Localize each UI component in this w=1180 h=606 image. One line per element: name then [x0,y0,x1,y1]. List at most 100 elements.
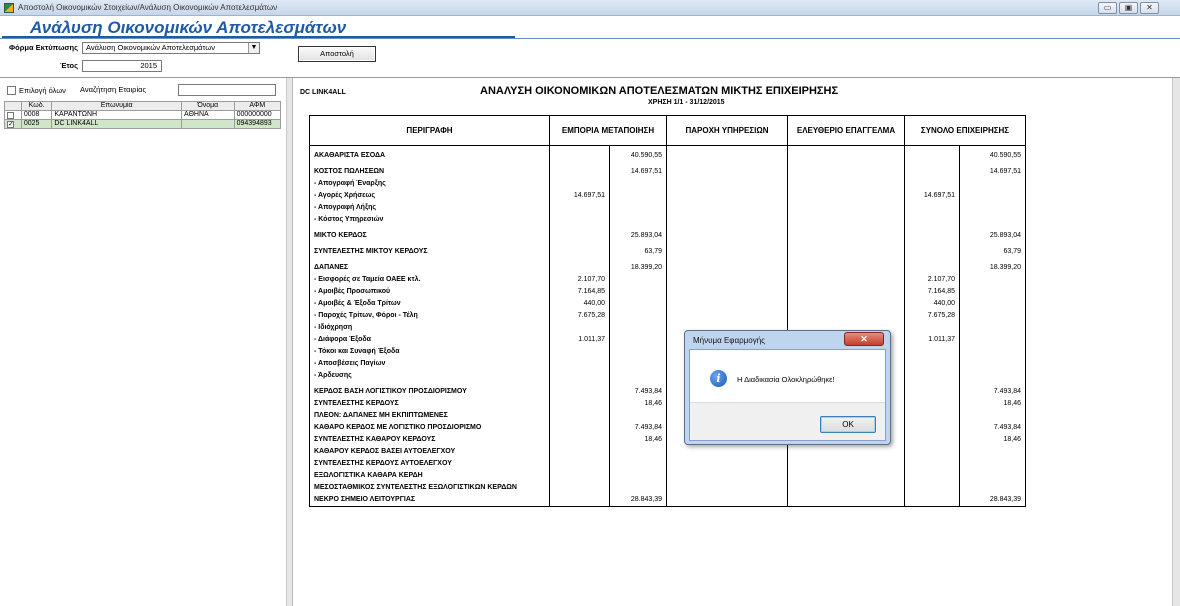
cell-freelance [787,262,905,274]
dialog-message: Η Διαδικασία Ολοκληρώθηκε! [737,375,835,384]
header-trade: ΕΜΠΟΡΙΑ ΜΕΤΑΠΟΙΗΣΗ [549,115,667,146]
maximize-icon: ▣ [1124,3,1133,12]
checkbox-mark [7,111,14,119]
row-checkbox[interactable] [4,110,22,120]
cell-description: ΔΑΠΑΝΕΣ [309,262,550,274]
report-row: ΝΕΚΡΟ ΣΗΜΕΙΟ ΛΕΙΤΟΥΡΓΙΑΣ 28.843,39 28.843,… [309,494,1026,507]
dialog-close-button[interactable]: ✕ [844,332,884,346]
cell-total-sub: 1.011,37 [904,334,960,346]
cell-total: 63,79 [959,246,1026,258]
header-services: ΠΑΡΟΧΗ ΥΠΗΡΕΣΙΩΝ [666,115,788,146]
close-icon: ✕ [1146,3,1153,12]
cell-afm: 000000000 [233,110,282,120]
cell-trade-sub [549,145,610,162]
close-button[interactable]: ✕ [1140,2,1159,14]
cell-total-sub: 14.697,51 [904,190,960,202]
cell-trade-total [609,214,667,226]
cell-total [959,310,1026,322]
cell-description: - Ιδιόχρηση [309,322,550,334]
maximize-button[interactable]: ▣ [1119,2,1138,14]
cell-total [959,286,1026,298]
cell-freelance [787,482,905,494]
cell-total [959,410,1026,422]
report-header-row: ΠΕΡΙΓΡΑΦΗ ΕΜΠΟΡΙΑ ΜΕΤΑΠΟΙΗΣΗ ΠΑΡΟΧΗ ΥΠΗΡ… [309,115,1026,146]
cell-trade-sub [549,246,610,258]
report-row: ΠΛΕΟΝ: ΔΑΠΑΝΕΣ ΜΗ ΕΚΠΙΠΤΩΜΕΝΕΣ [309,410,1026,422]
cell-total-sub [904,446,960,458]
cell-description: - Τόκοι και Συναφή Έξοδα [309,346,550,358]
cell-services [666,178,788,190]
minimize-icon: ▭ [1103,3,1112,12]
cell-trade-sub [549,262,610,274]
search-input[interactable] [178,84,276,96]
form-select-value: Ανάλυση Οικονομικών Αποτελεσμάτων [86,43,215,52]
cell-description: ΕΞΩΛΟΓΙΣΤΙΚΑ ΚΑΘΑΡΑ ΚΕΡΔΗ [309,470,550,482]
column-header[interactable]: ΑΦΜ [233,101,282,111]
cell-total-sub [904,178,960,190]
cell-description: ΣΥΝΤΕΛΕΣΤΗΣ ΚΕΡΔΟΥΣ ΑΥΤΟΕΛΕΓΧΟΥ [309,458,550,470]
cell-total-sub [904,370,960,382]
cell-freelance [787,310,905,322]
cell-description: ΚΑΘΑΡΟΥ ΚΕΡΔΟΣ ΒΑΣΕΙ ΑΥΤΟΕΛΕΓΧΟΥ [309,446,550,458]
cell-trade-sub: 440,00 [549,298,610,310]
cell-first: ΑΘΗΝΑ [180,110,235,120]
cell-freelance [787,145,905,162]
cell-services [666,166,788,178]
minimize-button[interactable]: ▭ [1098,2,1117,14]
cell-trade-total [609,322,667,334]
report-row: - Αγορές Χρήσεως 14.697,51 14.697,51 [309,190,1026,202]
cell-services [666,470,788,482]
report-row: - Διάφορα Έξοδα 1.011,37 1.011,37 [309,334,1026,346]
cell-description: - Απογραφή Λήξης [309,202,550,214]
cell-total-sub [904,262,960,274]
cell-trade-sub [549,422,610,434]
cell-trade-sub: 14.697,51 [549,190,610,202]
year-input[interactable]: 2015 [82,60,162,72]
report-row: ΚΕΡΔΟΣ ΒΑΣΗ ΛΟΓΙΣΤΙΚΟΥ ΠΡΟΣΔΙΟΡΙΣΜΟΥ 7.49… [309,386,1026,398]
column-header[interactable]: Επωνυμία [51,101,182,111]
cell-trade-total [609,482,667,494]
table-row[interactable]: 0008 ΚΑΡΑΝΤΩΝΗ ΑΘΗΝΑ 000000000 [4,110,282,120]
column-header[interactable]: Όνομα [180,101,235,111]
select-all-checkbox[interactable] [7,86,16,95]
report-scrollbar[interactable] [1172,78,1180,606]
report-row: ΚΑΘΑΡΟ ΚΕΡΔΟΣ ΜΕ ΛΟΓΙΣΤΙΚΟ ΠΡΟΣΔΙΟΡΙΣΜΟ 7… [309,422,1026,434]
cell-total: 18.399,20 [959,262,1026,274]
cell-description: - Κόστος Υπηρεσιών [309,214,550,226]
cell-services [666,482,788,494]
cell-trade-sub: 7.164,85 [549,286,610,298]
cell-trade-sub: 2.107,70 [549,274,610,286]
cell-description: - Αμοιβές & Έξοδα Τρίτων [309,298,550,310]
cell-total [959,190,1026,202]
column-header[interactable]: Κωδ. [20,101,53,111]
cell-total-sub [904,322,960,334]
cell-description: ΠΛΕΟΝ: ΔΑΠΑΝΕΣ ΜΗ ΕΚΠΙΠΤΩΜΕΝΕΣ [309,410,550,422]
cell-services [666,274,788,286]
cell-total: 14.697,51 [959,166,1026,178]
cell-trade-sub: 1.011,37 [549,334,610,346]
cell-total [959,346,1026,358]
cell-services [666,494,788,507]
cell-description: ΣΥΝΤΕΛΕΣΤΗΣ ΚΑΘΑΡΟΥ ΚΕΡΔΟΥΣ [309,434,550,446]
cell-trade-total [609,334,667,346]
row-checkbox[interactable]: ✓ [4,119,22,129]
company-panel [0,78,286,606]
ok-button[interactable]: OK [820,416,876,433]
cell-total [959,358,1026,370]
cell-services [666,286,788,298]
cell-total [959,274,1026,286]
cell-trade-total [609,370,667,382]
cell-first [180,119,235,129]
cell-description: ΝΕΚΡΟ ΣΗΜΕΙΟ ΛΕΙΤΟΥΡΓΙΑΣ [309,494,550,507]
cell-trade-total: 18,46 [609,434,667,446]
form-select[interactable]: Ανάλυση Οικονομικών Αποτελεσμάτων ▼ [82,42,260,54]
table-row[interactable]: ✓ 0025 DC LINK4ALL 094394893 [4,119,282,129]
cell-services [666,202,788,214]
send-button[interactable]: Αποστολή [298,46,376,62]
cell-description: - Απογραφή Έναρξης [309,178,550,190]
cell-services [666,262,788,274]
cell-code: 0008 [20,110,53,120]
report-title: ΑΝΑΛΥΣΗ ΟΙΚΟΝΟΜΙΚΩΝ ΑΠΟΤΕΛΕΣΜΑΤΩΝ ΜΙΚΤΗΣ… [480,85,839,97]
cell-trade-total [609,346,667,358]
cell-trade-sub [549,230,610,242]
